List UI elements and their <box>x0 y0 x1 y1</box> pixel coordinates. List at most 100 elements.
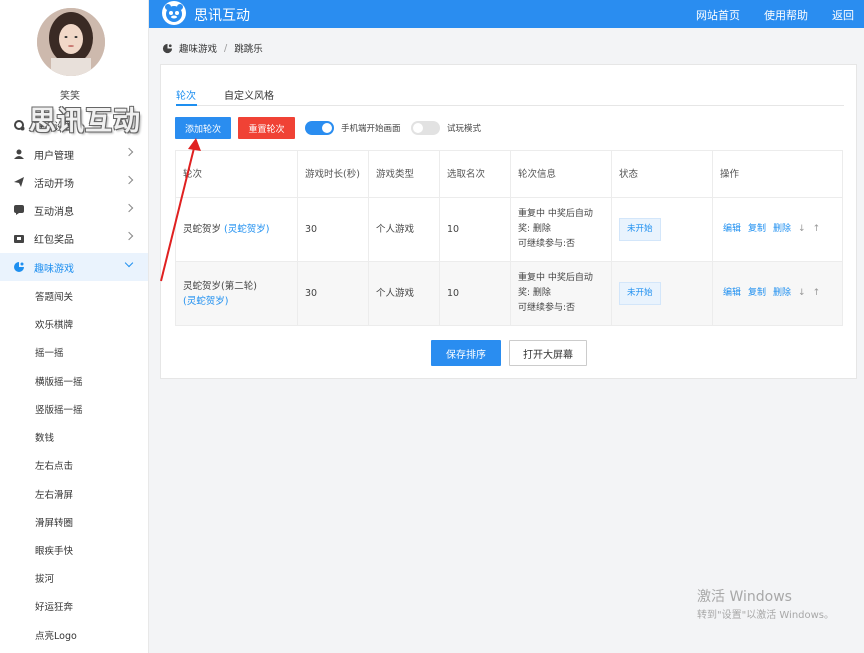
move-down-icon[interactable]: ↓ <box>798 286 806 301</box>
sidebar-item-label: 互动消息 <box>34 206 74 218</box>
toggle-knob <box>413 123 423 133</box>
cell-duration: 30 <box>298 198 369 261</box>
cell-duration: 30 <box>298 262 369 325</box>
chevron-right-icon <box>124 175 134 185</box>
info-line: 奖: 删除 <box>518 224 551 234</box>
delete-link[interactable]: 删除 <box>773 222 791 237</box>
sidebar-subitem[interactable]: 好运狂奔 <box>35 599 73 613</box>
send-icon <box>14 177 24 187</box>
breadcrumb: 趣味游戏 / 跳跳乐 <box>162 41 263 55</box>
delete-link[interactable]: 删除 <box>773 286 791 301</box>
copy-link[interactable]: 复制 <box>748 286 766 301</box>
sidebar-subitem[interactable]: 答题闯关 <box>35 289 73 303</box>
sidebar-subitem[interactable]: 左右滑屏 <box>35 487 73 501</box>
sidebar-item-prizes[interactable]: 红包奖品 <box>0 224 148 252</box>
tab-underline <box>176 104 197 106</box>
brand-watermark: 思讯互动 <box>29 106 141 137</box>
gear-icon <box>14 120 25 131</box>
tab-bar: 轮次 自定义风格 <box>176 87 844 106</box>
sidebar-item-label: 活动开场 <box>34 178 74 190</box>
reset-round-button[interactable]: 重置轮次 <box>238 117 295 139</box>
sidebar-item-label: 红包奖品 <box>34 234 74 246</box>
sidebar-item-user-management[interactable]: 用户管理 <box>0 140 148 168</box>
move-up-icon[interactable]: ↑ <box>813 222 821 237</box>
cell-status: 未开始 <box>612 198 713 261</box>
cell-type: 个人游戏 <box>369 262 440 325</box>
sidebar-item-messages[interactable]: 互动消息 <box>0 196 148 224</box>
sidebar-item-label: 用户管理 <box>34 150 74 162</box>
edit-link[interactable]: 编辑 <box>723 222 741 237</box>
game-icon <box>14 262 24 272</box>
gift-icon <box>14 235 24 243</box>
cell-info: 重复中 中奖后自动 奖: 删除 可继续参与:否 <box>511 198 612 261</box>
sidebar-subitem[interactable]: 点亮Logo <box>35 628 77 642</box>
trial-mode-toggle[interactable] <box>411 121 440 135</box>
cell-actions: 编辑 复制 删除 ↓ ↑ <box>713 262 844 325</box>
info-line: 重复中 中奖后自动 <box>518 209 593 219</box>
cell-actions: 编辑 复制 删除 ↓ ↑ <box>713 198 844 261</box>
status-badge: 未开始 <box>619 282 661 305</box>
move-down-icon[interactable]: ↓ <box>798 222 806 237</box>
breadcrumb-current: 跳跳乐 <box>234 44 263 55</box>
sidebar-subitem[interactable]: 左右点击 <box>35 458 73 472</box>
table-row: 灵蛇贺岁 (灵蛇贺岁) 30 个人游戏 10 重复中 中奖后自动 奖: 删除 可继续… <box>175 198 843 262</box>
status-badge: 未开始 <box>619 218 661 241</box>
mobile-start-toggle[interactable] <box>305 121 334 135</box>
chevron-right-icon <box>124 147 134 157</box>
header-info: 轮次信息 <box>511 151 612 197</box>
info-line: 可继续参与:否 <box>518 303 576 313</box>
breadcrumb-separator: / <box>224 42 228 54</box>
sidebar-subitem[interactable]: 横版摇一摇 <box>35 374 83 388</box>
tab-rounds[interactable]: 轮次 <box>176 87 196 102</box>
round-link[interactable]: (灵蛇贺岁) <box>183 296 228 307</box>
windows-activation-hint: 转到"设置"以激活 Windows。 <box>697 610 835 621</box>
copy-link[interactable]: 复制 <box>748 222 766 237</box>
sidebar-subitem[interactable]: 眼疾手快 <box>35 543 73 557</box>
save-order-button[interactable]: 保存排序 <box>431 340 501 366</box>
table-row: 灵蛇贺岁(第二轮) (灵蛇贺岁) 30 个人游戏 10 重复中 中奖后自动 奖: 删… <box>175 262 843 326</box>
message-icon <box>14 205 24 215</box>
avatar[interactable] <box>37 8 105 76</box>
header-status: 状态 <box>612 151 713 197</box>
move-up-icon[interactable]: ↑ <box>813 286 821 301</box>
trial-mode-label: 试玩模式 <box>447 124 482 134</box>
cell-info: 重复中 中奖后自动 奖: 删除可继续参与:否 <box>511 262 612 325</box>
brand-name: 思讯互动 <box>194 8 250 24</box>
cell-rank: 10 <box>440 262 511 325</box>
cell-type: 个人游戏 <box>369 198 440 261</box>
sidebar: 笑笑 思讯互动 基本设置 用户管理 活动开场 互动消息 红包奖品 趣味游戏 答题… <box>0 0 149 653</box>
rounds-table: 轮次 游戏时长(秒) 游戏类型 选取名次 轮次信息 状态 操作 灵蛇贺岁 (灵蛇… <box>175 150 843 326</box>
game-icon <box>162 43 173 53</box>
header-actions: 操作 <box>720 168 740 180</box>
breadcrumb-parent[interactable]: 趣味游戏 <box>179 41 217 55</box>
sidebar-subitem[interactable]: 数钱 <box>35 430 54 444</box>
sidebar-subitem[interactable]: 摇一摇 <box>35 345 64 359</box>
chevron-right-icon <box>124 231 134 241</box>
cell-rank: 10 <box>440 198 511 261</box>
sidebar-subitem[interactable]: 拔河 <box>35 571 54 585</box>
sidebar-item-fun-games[interactable]: 趣味游戏 <box>0 253 148 281</box>
nav-help-link[interactable]: 使用帮助 <box>764 7 808 23</box>
sidebar-item-activity-opening[interactable]: 活动开场 <box>0 168 148 196</box>
info-line: 奖: 删除 <box>518 288 551 298</box>
nav-back-link[interactable]: 返回 <box>832 7 854 23</box>
windows-activation-title: 激活 Windows <box>697 589 792 605</box>
chevron-right-icon <box>124 203 134 213</box>
annotation-arrow-icon <box>160 138 201 282</box>
round-link[interactable]: (灵蛇贺岁) <box>224 224 269 235</box>
header-duration: 游戏时长(秒) <box>298 151 369 197</box>
open-bigscreen-button[interactable]: 打开大屏幕 <box>509 340 587 366</box>
sidebar-subitem[interactable]: 滑屏转圈 <box>35 515 73 529</box>
nav-home-link[interactable]: 网站首页 <box>696 7 740 23</box>
toggle-knob <box>322 123 332 133</box>
info-line: 重复中 中奖后自动 <box>518 273 593 283</box>
tab-custom-style[interactable]: 自定义风格 <box>224 87 274 102</box>
user-icon <box>14 149 24 159</box>
header-rank: 选取名次 <box>440 151 511 197</box>
sidebar-subitem[interactable]: 竖版摇一摇 <box>35 402 83 416</box>
sidebar-subitem[interactable]: 欢乐棋牌 <box>35 317 73 331</box>
top-header: 思讯互动 网站首页 使用帮助 返回 <box>149 0 864 28</box>
mobile-start-label: 手机端开始画面 <box>341 124 401 134</box>
edit-link[interactable]: 编辑 <box>723 286 741 301</box>
table-header: 轮次 游戏时长(秒) 游戏类型 选取名次 轮次信息 状态 操作 <box>175 150 843 198</box>
